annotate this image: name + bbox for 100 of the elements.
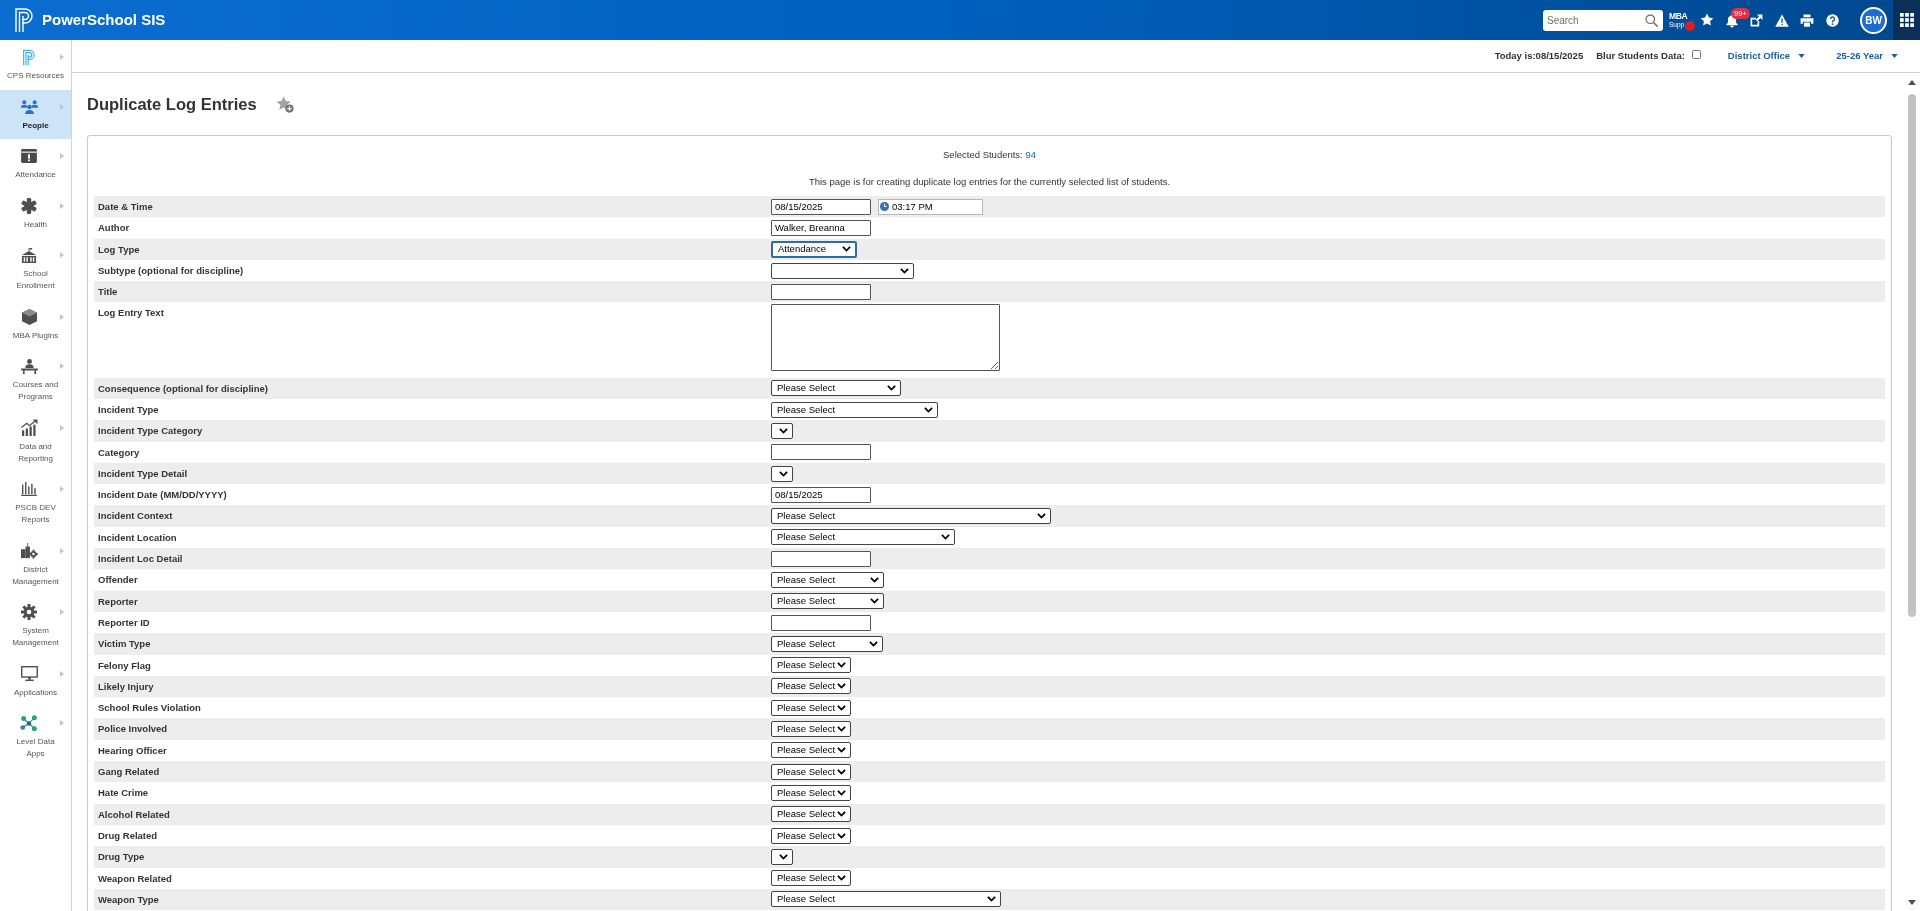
dropdown[interactable]: Please Select [771,827,851,844]
sidebar-item[interactable]: Courses and Programs [0,349,71,411]
field-label: Author [98,221,131,235]
dropdown[interactable]: Please Select [771,784,851,801]
sidebar-item[interactable]: Health [0,188,71,238]
cube-icon [21,308,37,325]
caret-right-icon [60,424,64,431]
chevron-down-icon [987,896,996,903]
sidebar-item[interactable]: CPS Resources [0,40,71,90]
dropdown[interactable]: Please Select [771,380,901,397]
date-field[interactable]: 08/15/2025 [771,198,871,215]
people-icon [19,99,39,114]
input-field[interactable]: Walker, Breanna [771,219,871,236]
dropdown[interactable]: Please Select [771,870,851,887]
star-plus-icon[interactable] [275,95,294,113]
dropdown[interactable] [771,848,793,865]
building-gear-icon [20,542,38,559]
chevron-down-icon [779,853,788,860]
sidebar-item[interactable]: People [0,89,71,139]
dropdown[interactable]: Please Select [771,657,851,674]
field-label: Hate Crime [98,786,150,800]
field-label: Felony Flag [98,658,152,672]
dropdown[interactable]: Please Select [771,721,851,738]
chevron-down-icon [837,768,846,775]
sidebar-item[interactable]: Applications [0,656,71,706]
dropdown[interactable]: Please Select [771,742,851,759]
dropdown[interactable]: Please Select [771,401,938,418]
chevron-down-icon [924,406,933,413]
input-field[interactable] [771,550,871,567]
dropdown[interactable]: Please Select [771,635,883,652]
dropdown[interactable] [771,422,793,439]
dropdown[interactable]: Please Select [771,572,884,588]
person-at-desk-icon [20,358,38,374]
sidebar-item[interactable]: School Enrollment [0,238,71,300]
status-dot-icon [1685,21,1695,31]
chevron-down-icon [941,534,950,541]
dropdown[interactable]: Please Select [771,529,955,546]
scroll-up-arrow-icon[interactable] [1908,80,1916,85]
dropdown[interactable]: Please Select [771,699,851,716]
sidebar-item[interactable]: Attendance [0,139,71,189]
sidebar-item[interactable]: Data and Reporting [0,410,71,472]
dropdown[interactable]: Please Select [771,678,851,695]
p-logo-icon [22,48,36,66]
dropdown[interactable]: Please Select [771,763,851,780]
year-dropdown[interactable]: 25-26 Year [1836,48,1898,64]
dropdown[interactable]: Please Select [771,508,1051,525]
box-arrow-icon[interactable] [1750,13,1763,27]
field-label: Incident Date (MM/DD/YYYY) [98,488,228,502]
calendar-alert-icon [21,149,37,163]
text-area[interactable] [771,304,1000,372]
field-label: Date & Time [98,200,154,213]
dropdown[interactable] [771,262,914,279]
chevron-down-icon [870,598,879,605]
p-logo-icon [15,8,35,32]
input-field[interactable]: 08/15/2025 [771,486,871,503]
user-avatar[interactable]: BW [1860,6,1887,34]
scrollbar-thumb[interactable] [1908,94,1916,617]
field-label: Title [98,285,119,299]
apps-button[interactable] [1893,0,1920,40]
search-field[interactable]: Search [1543,9,1663,31]
caret-right-icon [60,670,64,677]
printer-icon[interactable] [1800,13,1814,27]
dropdown[interactable] [771,465,793,482]
chevron-down-icon [837,747,846,754]
sidebar-item[interactable]: Level Data Apps [0,706,71,768]
time-field[interactable]: 03:17 PM [878,198,983,215]
caret-right-icon [60,202,64,209]
district-dropdown[interactable]: District Office [1727,48,1806,64]
input-field[interactable] [771,444,871,461]
field-label: Category [98,445,141,459]
warning-icon[interactable] [1775,13,1789,27]
chevron-down-icon [837,662,846,669]
scroll-down-arrow-icon[interactable] [1908,900,1916,905]
dropdown[interactable]: Please Select [771,593,884,610]
student-count-link[interactable]: 94 [1025,149,1036,160]
intro-text: This page is for creating duplicate log entries for the currently selected list of students. [807,175,1172,189]
field-label: Drug Type [98,850,146,864]
dropdown[interactable]: Attendance [771,240,857,258]
input-field[interactable] [771,614,871,631]
input-field[interactable] [771,283,871,300]
dropdown[interactable]: Please Select [771,891,1001,908]
dropdown[interactable]: Please Select [771,806,851,823]
help-icon[interactable] [1826,13,1839,27]
medical-star-icon [21,197,37,214]
field-label: Alcohol Related [98,807,171,821]
blur-label: Blur Students Data: [1596,48,1685,63]
monitor-icon [20,666,38,681]
sidebar-item[interactable]: District Management [0,533,71,595]
sidebar-item[interactable]: MBA Plugins [0,299,71,349]
chevron-down-icon [870,577,879,583]
sidebar-item[interactable]: System Management [0,595,71,657]
field-label: Victim Type [98,637,152,651]
sidebar-item[interactable]: PSCB DEV Reports [0,472,71,534]
chevron-down-icon [869,640,878,647]
star-icon[interactable] [1700,13,1714,27]
gear-icon [21,604,37,620]
chevron-down-icon [837,726,846,733]
checkbox[interactable] [1691,49,1701,59]
field-label: Weapon Related [98,871,173,885]
caret-right-icon [60,54,64,60]
